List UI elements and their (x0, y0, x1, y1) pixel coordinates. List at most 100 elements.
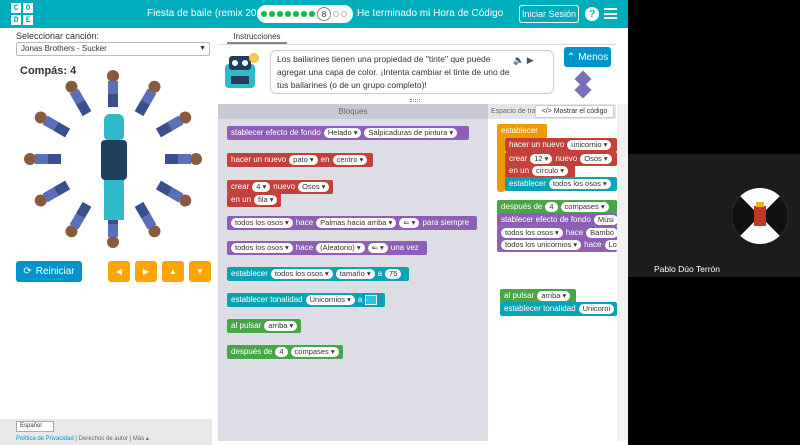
block-field[interactable]: todos los osos ▾ (231, 218, 293, 228)
language-select[interactable]: Español (16, 421, 54, 432)
show-code-button[interactable]: </> Mostrar el código (535, 105, 614, 118)
ws-block-unicorns-do[interactable]: todos los unicornios ▾ hace Lo (497, 238, 617, 252)
up-arrow-button[interactable]: ▲ (162, 261, 184, 282)
block-field[interactable]: arriba ▾ (264, 321, 298, 331)
less-button[interactable]: ⌃ Menos (564, 47, 611, 67)
block-text: stablecer efecto de fondo (231, 128, 321, 137)
block-field[interactable]: círculo ▾ (532, 166, 568, 176)
block-field[interactable]: Salpicaduras de pintura ▾ (364, 128, 458, 138)
level-dot[interactable] (309, 11, 315, 17)
footer-links: Política de Privacidad | Derechos de aut… (16, 436, 149, 442)
block-field[interactable]: Bambo (586, 228, 617, 238)
block-field[interactable]: pato ▾ (289, 155, 318, 165)
block-field[interactable]: Lo (604, 240, 617, 250)
toolbox-block[interactable]: hacer un nuevo pato ▾ en centro ▾ (227, 153, 373, 167)
block-text: en un (509, 166, 530, 175)
block-field[interactable]: unicornio ▾ (567, 140, 612, 150)
block-field[interactable]: ⇐ ▾ (367, 243, 388, 253)
block-text: para siempre (422, 218, 470, 227)
block-text: al pulsar (231, 321, 262, 330)
hoc-finished-link[interactable]: He terminado mi Hora de Código (357, 8, 503, 19)
toolbox-block[interactable]: establecer tonalidad Unicornios ▾ a (227, 293, 385, 307)
code-logo[interactable]: C O D E (11, 3, 33, 25)
privacy-link[interactable]: Política de Privacidad (16, 436, 74, 442)
block-field[interactable]: Helado ▾ (323, 128, 362, 138)
speaker-icon[interactable]: 🔈 ▶ (513, 55, 534, 66)
color-swatch[interactable] (365, 295, 378, 305)
help-icon[interactable]: ? (585, 7, 599, 21)
level-dot[interactable] (277, 11, 283, 17)
chevron-up-icon: ⌃ (566, 51, 576, 63)
ws-block-in-a[interactable]: en un círculo ▾ (505, 164, 575, 178)
more-link[interactable]: Más (133, 436, 144, 442)
block-field[interactable]: 4 ▾ (252, 182, 271, 192)
block-field[interactable]: todos los unicornios ▾ (501, 240, 582, 250)
copyright-link[interactable]: Derechos de autor (79, 436, 128, 442)
toolbox-block-row2[interactable]: en un fila ▾ (227, 193, 281, 207)
song-select[interactable]: Jonas Brothers - Sucker ▼ (16, 42, 210, 56)
tab-instructions[interactable]: Instrucciones (227, 31, 287, 44)
block-text: stablecer efecto de fondo (501, 215, 591, 224)
toolbox-block[interactable]: stablecer efecto de fondo Helado ▾ Salpica… (227, 126, 469, 140)
block-field[interactable]: 4 (275, 347, 288, 357)
level-dot[interactable] (261, 11, 267, 17)
ws-block-make-new[interactable]: hacer un nuevo unicornio ▾ (505, 138, 617, 152)
block-field[interactable]: compases ▾ (290, 347, 339, 357)
ws-block-set[interactable]: establecer todos los osos ▾ (505, 177, 617, 191)
toolbox-block[interactable]: al pulsar arriba ▾ (227, 319, 301, 333)
down-arrow-button[interactable]: ▼ (189, 261, 211, 282)
toolbox-block[interactable]: todos los osos ▾ hace Palmas hacia arriba … (227, 216, 477, 230)
block-text: crear (231, 182, 250, 191)
level-dot[interactable] (269, 11, 275, 17)
reset-button[interactable]: ⟳ Reiniciar (16, 261, 82, 282)
block-field[interactable]: Palmas hacia arriba ▾ (316, 218, 397, 228)
block-field[interactable]: Unicornios ▾ (305, 295, 355, 305)
block-field[interactable]: 4 (545, 202, 558, 212)
level-dot[interactable] (341, 11, 347, 17)
hamburger-menu-icon[interactable] (604, 8, 617, 19)
current-level[interactable]: 8 (317, 7, 331, 21)
block-field[interactable]: fila ▾ (254, 195, 278, 205)
reset-label: Reiniciar (35, 266, 75, 277)
toolbox-block[interactable]: establecer todos los osos ▾ tamaño ▾ a 75 (227, 267, 409, 281)
block-field[interactable]: 75 (385, 269, 402, 279)
block-field[interactable]: compases ▾ (560, 202, 609, 212)
logo-letter: C (11, 3, 21, 13)
workspace-scrollbar[interactable] (617, 104, 628, 441)
block-field[interactable]: Músi (593, 215, 617, 225)
ws-block-set-tint[interactable]: establecer tonalidad Unicorni (500, 302, 617, 316)
block-text: al pulsar (504, 291, 535, 300)
block-field[interactable]: tamaño ▾ (335, 269, 375, 279)
block-field[interactable]: Osos ▾ (580, 154, 612, 164)
level-dot[interactable] (285, 11, 291, 17)
left-arrow-button[interactable]: ◀ (108, 261, 130, 282)
press-block[interactable]: al pulsar arriba ▾ (500, 289, 576, 303)
ws-block-bg-effect[interactable]: stablecer efecto de fondo Músi (497, 213, 617, 227)
level-dot[interactable] (333, 11, 339, 17)
after-block[interactable]: después de 4 compases ▾ (497, 200, 617, 214)
block-field[interactable]: todos los osos ▾ (270, 269, 333, 279)
toolbox-block[interactable]: después de 4 compases ▾ (227, 345, 343, 359)
level-dot[interactable] (293, 11, 299, 17)
block-field[interactable]: Osos ▾ (298, 182, 330, 192)
resize-handle[interactable] (410, 99, 420, 102)
setup-block[interactable]: establecer (497, 124, 547, 138)
bear-dancer (132, 78, 163, 118)
signin-button[interactable]: Iniciar Sesión (519, 5, 579, 23)
bear-dancer (32, 108, 72, 139)
level-dot[interactable] (301, 11, 307, 17)
block-field[interactable]: arriba ▾ (537, 291, 571, 301)
toolbox-block[interactable]: todos los osos ▾ hace (Aleatorio) ▾ ⇐ ▾ una … (227, 241, 427, 255)
block-field[interactable]: ⇐ ▾ (399, 218, 420, 228)
block-field[interactable]: todos los osos ▾ (231, 243, 293, 253)
right-arrow-button[interactable]: ▶ (135, 261, 157, 282)
block-field[interactable]: (Aleatorio) ▾ (316, 243, 365, 253)
toolbox-block[interactable]: crear 4 ▾ nuevo Osos ▾ (227, 180, 333, 194)
logo-letter: O (23, 3, 33, 13)
block-field[interactable]: centro ▾ (332, 155, 368, 165)
block-field[interactable]: 12 ▾ (530, 154, 553, 164)
block-field[interactable]: todos los osos ▾ (501, 228, 563, 238)
block-text: después de (501, 202, 543, 211)
block-field[interactable]: Unicorni (578, 304, 615, 314)
block-field[interactable]: todos los osos ▾ (548, 179, 611, 189)
